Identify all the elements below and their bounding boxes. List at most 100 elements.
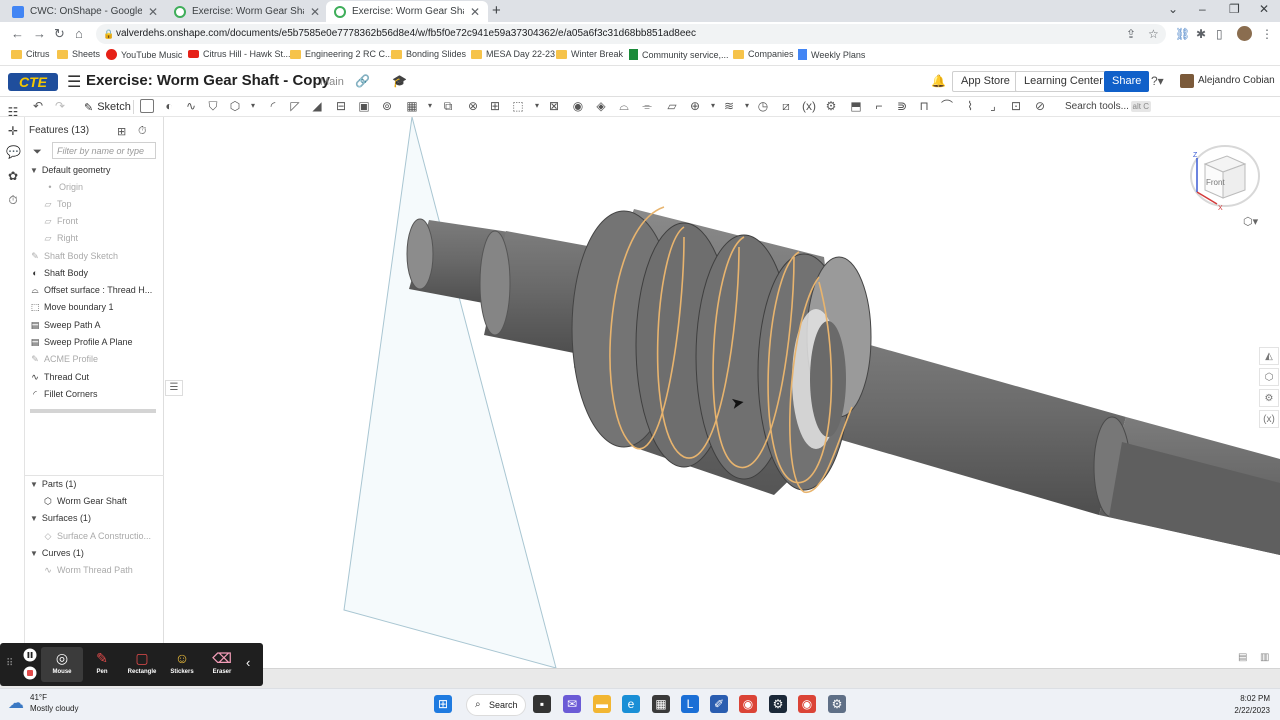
bookmark-citrus[interactable]: Citrus bbox=[11, 49, 50, 59]
delete-part-icon[interactable]: ⊠ bbox=[547, 99, 561, 113]
browser-menu-icon[interactable]: ⋮ bbox=[1261, 27, 1273, 41]
browser-tab-onshape[interactable]: Exercise: Worm Gear Shaft - Copy ✕ bbox=[166, 1, 328, 22]
modify-fillet-icon[interactable]: ◉ bbox=[571, 99, 585, 113]
history-icon[interactable]: ⏱ bbox=[6, 193, 20, 207]
file-explorer-icon[interactable]: ▬ bbox=[593, 695, 611, 713]
cte-logo[interactable]: CTE bbox=[8, 73, 58, 91]
feature-plane-right[interactable]: ▱ Right bbox=[43, 233, 78, 243]
offset-surface-icon[interactable]: ⌯ bbox=[640, 99, 654, 113]
bookmark-bonding-slides[interactable]: Bonding Slides bbox=[391, 49, 466, 59]
dropdown-chevron-icon[interactable]: ▾ bbox=[706, 99, 720, 113]
extrude-icon[interactable] bbox=[140, 99, 154, 113]
dropdown-chevron-icon[interactable]: ▾ bbox=[246, 99, 260, 113]
chevron-down-icon[interactable]: ▼ bbox=[30, 166, 38, 175]
browser-tab-onshape-active[interactable]: Exercise: Worm Gear Shaft - Copy ✕ bbox=[326, 1, 488, 22]
bookmark-weekly-plans[interactable]: Weekly Plans bbox=[798, 49, 865, 60]
search-tools[interactable]: Search tools... alt C bbox=[1061, 98, 1155, 115]
feature-move-boundary[interactable]: ⬚ Move boundary 1 bbox=[30, 302, 114, 312]
hole-icon[interactable]: ⊚ bbox=[380, 99, 394, 113]
dropdown-chevron-icon[interactable]: ▾ bbox=[423, 99, 437, 113]
recorder-eraser-tool[interactable]: ⌫ Eraser bbox=[201, 647, 243, 682]
microsoft-store-icon[interactable]: ▦ bbox=[652, 695, 670, 713]
feature-fillet-corners[interactable]: ◜ Fillet Corners bbox=[30, 389, 97, 399]
undo-icon[interactable]: ↶ bbox=[31, 99, 45, 113]
share-page-icon[interactable]: ⇪ bbox=[1126, 27, 1136, 41]
task-view-icon[interactable]: ▪ bbox=[533, 695, 551, 713]
flange-icon[interactable]: ⌐ bbox=[872, 99, 886, 113]
finish-sheet-metal-icon[interactable]: ⊘ bbox=[1033, 99, 1047, 113]
side-panel-icon[interactable]: ▯ bbox=[1216, 27, 1223, 41]
dropdown-chevron-icon[interactable]: ▾ bbox=[740, 99, 754, 113]
plane-icon[interactable]: ▱ bbox=[665, 99, 679, 113]
bend-icon[interactable]: ⌒ bbox=[940, 99, 954, 113]
mate-connector-icon[interactable]: ⊕ bbox=[688, 99, 702, 113]
weather-widget[interactable]: ☁ 41°F Mostly cloudy bbox=[8, 692, 78, 714]
parts-group[interactable]: ▼ Parts (1) bbox=[30, 479, 76, 489]
hamburger-menu-icon[interactable]: ☰ bbox=[67, 72, 81, 92]
feature-plane-front[interactable]: ▱ Front bbox=[43, 216, 78, 226]
browser-tab-google-docs[interactable]: CWC: OnShape - Google Docs ✕ bbox=[4, 1, 166, 22]
transform-icon[interactable]: ⬚ bbox=[511, 99, 525, 113]
hem-icon[interactable]: ⋑ bbox=[895, 99, 909, 113]
document-title[interactable]: Exercise: Worm Gear Shaft - Copy bbox=[86, 72, 330, 89]
helix-icon[interactable]: ≋ bbox=[722, 99, 736, 113]
home-icon[interactable]: ⌂ bbox=[75, 26, 83, 41]
loft-icon[interactable]: ⛉ bbox=[206, 99, 220, 113]
rib-icon[interactable]: ⊟ bbox=[334, 99, 348, 113]
feature-acme-profile[interactable]: ✎ ACME Profile bbox=[30, 354, 98, 364]
thicken-icon[interactable]: ⬡ bbox=[228, 99, 242, 113]
extensions-puzzle-icon[interactable]: ✱ bbox=[1196, 27, 1206, 41]
collapse-chevron-icon[interactable]: ‹ bbox=[246, 655, 250, 670]
sheet-metal-icon[interactable]: ⬒ bbox=[849, 99, 863, 113]
bookmark-citrus-hill[interactable]: Citrus Hill - Hawk St... bbox=[188, 49, 291, 59]
feature-origin[interactable]: • Origin bbox=[45, 182, 83, 192]
mirror-icon[interactable]: ⧉ bbox=[441, 99, 455, 113]
right-panel-variables-icon[interactable]: (x) bbox=[1259, 410, 1279, 428]
back-icon[interactable]: ← bbox=[11, 26, 24, 41]
appearance-icon[interactable]: ✿ bbox=[6, 169, 20, 183]
rollback-clock-icon[interactable]: ⏱ bbox=[138, 125, 147, 138]
recorder-rectangle-tool[interactable]: ▢ Rectangle bbox=[121, 647, 163, 682]
close-tab-icon[interactable]: ✕ bbox=[310, 5, 320, 19]
pen-tablet-icon[interactable]: ✐ bbox=[710, 695, 728, 713]
bookmark-mesa-day[interactable]: MESA Day 22-23 bbox=[471, 49, 555, 59]
revolve-icon[interactable]: ◐ bbox=[162, 99, 176, 113]
feature-list-toggle-icon[interactable]: ☰ bbox=[165, 380, 183, 396]
profile-avatar[interactable] bbox=[1237, 26, 1252, 41]
view-cube[interactable]: Front Z X bbox=[1187, 136, 1265, 214]
windows-start-icon[interactable]: ⊞ bbox=[434, 695, 452, 713]
chevron-down-icon[interactable]: ▼ bbox=[30, 549, 38, 558]
help-icon[interactable]: ?▾ bbox=[1151, 74, 1164, 88]
form-icon[interactable]: ⌇ bbox=[963, 99, 977, 113]
feature-plane-top[interactable]: ▱ Top bbox=[43, 199, 72, 209]
lightshot-icon[interactable]: L bbox=[681, 695, 699, 713]
replace-face-icon[interactable]: ⌓ bbox=[617, 99, 631, 113]
redo-icon[interactable]: ↷ bbox=[53, 99, 67, 113]
flat-pattern-icon[interactable]: ⊡ bbox=[1009, 99, 1023, 113]
learning-center-button[interactable]: Learning Center bbox=[1015, 71, 1112, 92]
link-icon[interactable]: 🔗 bbox=[355, 74, 370, 88]
user-name[interactable]: Alejandro Cobian bbox=[1198, 75, 1275, 86]
move-face-icon[interactable]: ◈ bbox=[594, 99, 608, 113]
chrome-active-icon[interactable]: ◉ bbox=[798, 695, 816, 713]
bookmark-winter-break[interactable]: Winter Break bbox=[556, 49, 623, 59]
fillet-icon[interactable]: ◜ bbox=[266, 99, 280, 113]
section-view-icon[interactable]: ⧄ bbox=[779, 99, 793, 113]
stop-button[interactable] bbox=[21, 665, 39, 681]
pattern-icon[interactable]: ▦ bbox=[405, 99, 419, 113]
comments-icon[interactable]: 💬 bbox=[6, 145, 21, 159]
surface-a-construction[interactable]: ◇ Surface A Constructio... bbox=[43, 531, 152, 541]
draft-icon[interactable]: ◢ bbox=[310, 99, 324, 113]
bookmark-youtube-music[interactable]: YouTube Music bbox=[106, 49, 182, 60]
tab-manager-icon[interactable]: ▥ bbox=[1260, 652, 1269, 663]
graphics-viewport[interactable]: ➤ bbox=[164, 117, 1280, 668]
bookmark-sheets[interactable]: Sheets bbox=[57, 49, 100, 59]
drag-handle-icon[interactable]: ⠿ bbox=[6, 658, 13, 669]
recorder-pen-tool[interactable]: ✎ Pen bbox=[81, 647, 123, 682]
bookmark-star-icon[interactable]: ☆ bbox=[1148, 27, 1159, 41]
feature-thread-cut[interactable]: ∿ Thread Cut bbox=[30, 372, 89, 382]
feature-filter-input[interactable] bbox=[52, 142, 156, 159]
steam-icon[interactable]: ⚙ bbox=[769, 695, 787, 713]
user-avatar[interactable] bbox=[1180, 74, 1194, 88]
branch-label[interactable]: Main bbox=[320, 76, 344, 88]
